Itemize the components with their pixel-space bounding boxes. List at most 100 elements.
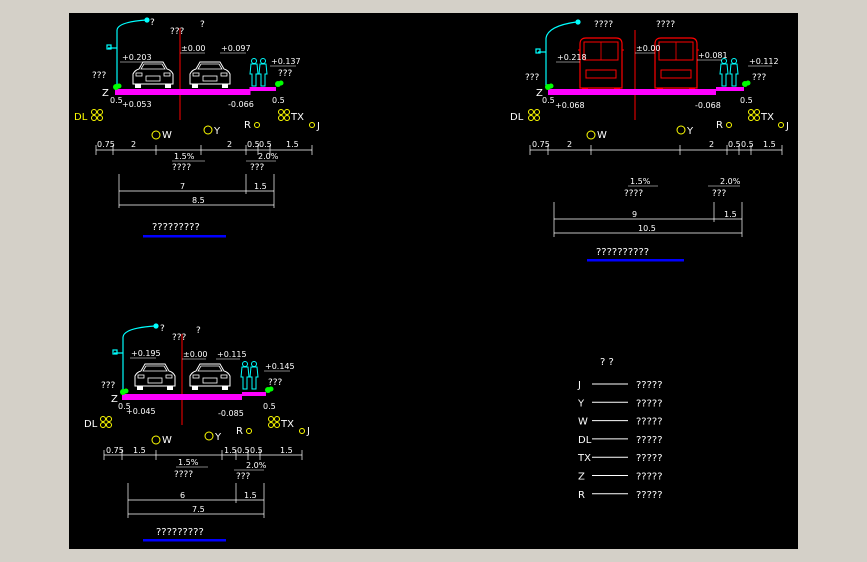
slope-right: 2.0% (720, 177, 741, 186)
bottom-right-elevation: -0.066 (228, 100, 254, 109)
utility-circle-icon (278, 109, 290, 121)
dim-05-right: 0.5 (740, 96, 753, 105)
dim-road-width: 9 (632, 210, 637, 219)
slope-left-q: ???? (174, 470, 193, 480)
r-label: R (236, 426, 243, 437)
dim-road-width: 6 (180, 491, 185, 500)
slope-right-q: ??? (250, 163, 265, 173)
dim-total-width: 8.5 (192, 196, 205, 205)
bottom-left-elevation: +0.045 (126, 407, 156, 416)
cad-window: ? ??? ? +0.203 ±0.00 +0.097 +0.137 ??? ?… (0, 0, 867, 562)
z-label: Z (111, 394, 118, 405)
dim-road-width: 7 (180, 182, 185, 191)
utility-circle-icon (299, 428, 305, 434)
dim-total-width: 7.5 (192, 505, 205, 514)
w-label: W (162, 130, 172, 141)
slope-right-q: ??? (236, 472, 251, 482)
utility-circle-icon (586, 130, 596, 140)
dim-lane-left: 2 (131, 140, 136, 149)
center-label: ???? (594, 20, 613, 30)
dim-075: 0.75 (97, 140, 115, 149)
utility-circle-icon (268, 416, 280, 428)
tx-label: TX (290, 112, 304, 123)
r-label: R (716, 120, 723, 131)
dim-05-right: 0.5 (263, 402, 276, 411)
title-underline (143, 539, 226, 542)
dim-lane-right: 2 (709, 140, 714, 149)
car-icon (189, 61, 231, 89)
sidewalk-surface (242, 392, 266, 396)
dim-total-width: 10.5 (638, 224, 656, 233)
legend-description: ????? (636, 417, 663, 428)
dim-lane-left: 2 (567, 140, 572, 149)
w-label: W (597, 130, 607, 141)
dim-05-a: 0.5 (237, 446, 250, 455)
pedestrian-icon (729, 58, 739, 87)
tree-icon (742, 80, 751, 87)
dim-05-b: 0.5 (741, 140, 754, 149)
legend: ? ? J ????? Y ????? W ????? DL ????? TX ????? Z???… (577, 357, 663, 501)
legend-description: ????? (636, 453, 663, 464)
legend-description: ????? (636, 490, 663, 501)
bottom-left-elevation: +0.068 (555, 101, 585, 110)
right-q: ??? (268, 378, 283, 388)
dl-label: DL (510, 112, 524, 123)
y-label: Y (214, 432, 222, 443)
right-q: ??? (752, 73, 767, 83)
utility-circle-icon (676, 125, 686, 135)
right-q: ??? (278, 69, 293, 79)
utility-circle-icon (151, 435, 161, 445)
y-label: Y (213, 126, 221, 137)
w-label: W (162, 435, 172, 446)
slope-left: 1.5% (630, 177, 651, 186)
bottom-left-elevation: +0.053 (122, 100, 152, 109)
legend-code: R (578, 490, 585, 501)
road-surface (115, 89, 250, 95)
lamp-label: ? (150, 18, 155, 28)
left-elevation: +0.218 (557, 53, 587, 62)
legend-title: ? ? (600, 357, 614, 368)
dim-05-a: 0.5 (247, 140, 260, 149)
car-icon (134, 363, 176, 391)
utility-circle-icon (528, 109, 540, 121)
z-label: Z (102, 88, 109, 99)
dim-lane-right: 1.5 (224, 446, 237, 455)
j-label: J (306, 426, 310, 437)
section-c: ? ??? ? +0.195 ±0.00 +0.115 +0.145 ??? ?… (84, 323, 310, 542)
center-label-2: ? (200, 20, 205, 30)
dimension-row-top (95, 145, 313, 155)
utility-circle-icon (748, 109, 760, 121)
car-icon (189, 363, 231, 391)
center-elevation: ±0.00 (181, 44, 206, 53)
dl-label: DL (84, 419, 98, 430)
section-title: ????????? (152, 222, 200, 233)
tx-label: TX (280, 419, 294, 430)
utility-circle-icon (100, 416, 112, 428)
utility-circle-icon (726, 122, 732, 128)
legend-code: W (578, 417, 588, 428)
dim-lane-right: 2 (227, 140, 232, 149)
j-label: J (785, 121, 789, 132)
y-label: Y (686, 126, 694, 137)
left-q: ??? (525, 73, 540, 83)
left-q: ??? (101, 381, 116, 391)
dim-15: 1.5 (286, 140, 299, 149)
pedestrian-icon (249, 361, 259, 390)
tx-label: TX (760, 112, 774, 123)
dl-label: DL (74, 112, 88, 123)
pedestrian-icon (249, 58, 259, 87)
utility-circle-icon (778, 122, 784, 128)
far-right-elevation: +0.145 (265, 362, 295, 371)
utility-circle-icon (246, 428, 252, 434)
slope-left: 1.5% (174, 152, 195, 161)
title-underline (143, 235, 226, 238)
legend-description: ????? (636, 398, 663, 409)
right-elevation: +0.097 (221, 44, 251, 53)
dim-05-b: 0.5 (250, 446, 263, 455)
bottom-right-elevation: -0.068 (695, 101, 721, 110)
utility-circle-icon (151, 130, 161, 140)
slope-right: 2.0% (258, 152, 279, 161)
dim-05-left: 0.5 (110, 96, 123, 105)
road-surface (548, 89, 716, 95)
center-elevation: ±0.00 (636, 44, 661, 53)
